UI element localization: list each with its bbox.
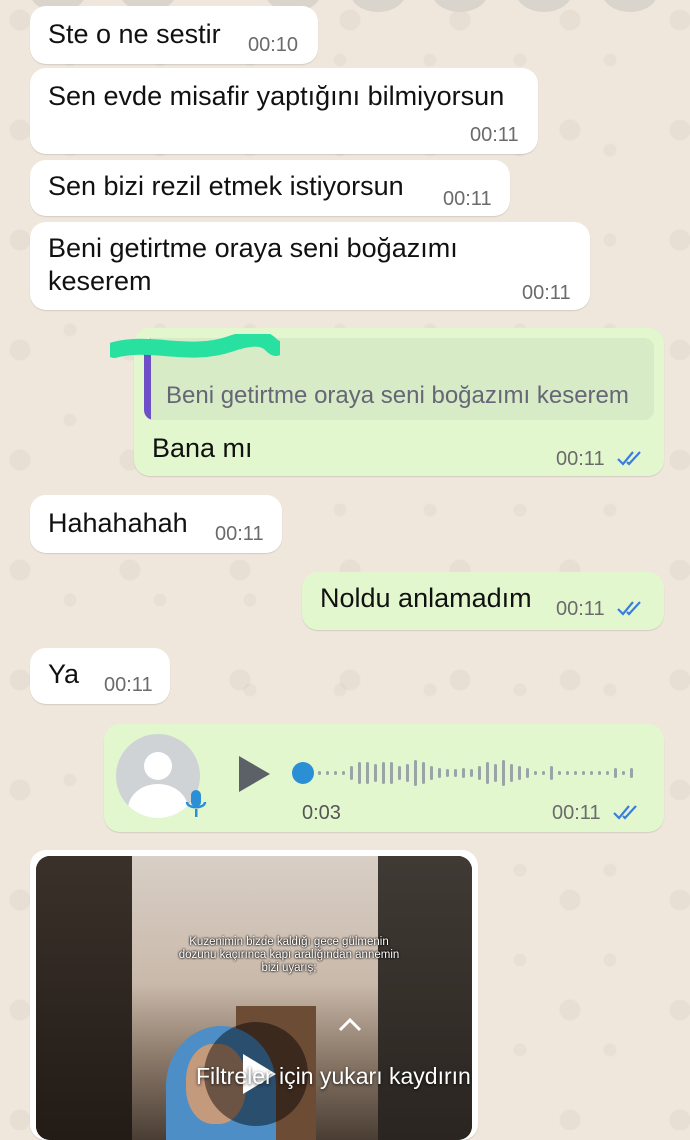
- waveform-bar: [558, 771, 561, 775]
- waveform-bar: [526, 768, 529, 778]
- waveform-bar: [382, 762, 385, 784]
- waveform-bar: [598, 771, 601, 775]
- message-text: Bana mı: [152, 433, 253, 463]
- message-time: 00:11: [443, 188, 492, 210]
- waveform-bar: [406, 764, 409, 782]
- video-caption: Kuzenimin bizde kaldığı gece gülmenin do…: [178, 936, 400, 974]
- waveform-bar: [494, 764, 497, 782]
- incoming-message[interactable]: Beni getirtme oraya seni boğazımı kesere…: [30, 222, 590, 310]
- incoming-message[interactable]: Sen evde misafir yaptığını bilmiyorsun 0…: [30, 68, 538, 154]
- video-thumbnail[interactable]: Kuzenimin bizde kaldığı gece gülmenin do…: [36, 856, 472, 1140]
- voice-waveform[interactable]: [318, 754, 638, 792]
- message-time: 00:11: [215, 523, 264, 545]
- message-text: Sen evde misafir yaptığını bilmiyorsun: [48, 81, 505, 111]
- message-time: 00:10: [248, 34, 299, 56]
- waveform-bar: [374, 764, 377, 782]
- waveform-bar: [342, 771, 345, 775]
- waveform-bar: [606, 771, 609, 775]
- waveform-bar: [542, 771, 545, 775]
- waveform-bar: [398, 766, 401, 780]
- chevron-up-icon[interactable]: [336, 1016, 364, 1034]
- waveform-bar: [630, 768, 633, 778]
- quoted-text: Beni getirtme oraya seni boğazımı kesere…: [166, 382, 629, 409]
- waveform-bar: [318, 771, 321, 775]
- waveform-bar: [358, 762, 361, 784]
- message-text: Hahahahah: [48, 508, 188, 538]
- outgoing-message[interactable]: Noldu anlamadım 00:11: [302, 572, 664, 630]
- waveform-bar: [470, 769, 473, 777]
- message-time: 00:11: [556, 598, 605, 620]
- waveform-bar: [422, 762, 425, 784]
- waveform-bar: [366, 762, 369, 784]
- double-check-icon: [617, 601, 641, 616]
- waveform-bar: [534, 771, 537, 775]
- incoming-message[interactable]: Sen bizi rezil etmek istiyorsun 00:11: [30, 160, 510, 216]
- filters-hint: Filtreler için yukarı kaydırın: [196, 1063, 471, 1089]
- waveform-bar: [414, 760, 417, 786]
- message-time: 00:11: [522, 282, 571, 304]
- waveform-bar: [590, 771, 593, 775]
- voice-note-message[interactable]: 0:03 00:11: [104, 724, 664, 832]
- waveform-bar: [478, 766, 481, 780]
- message-text-line1: Beni getirtme oraya seni boğazımı: [48, 233, 458, 263]
- message-time: 00:11: [470, 124, 519, 146]
- message-text-line2: keserem: [48, 266, 152, 296]
- waveform-bar: [326, 771, 329, 775]
- double-check-icon: [613, 805, 637, 820]
- message-time: 00:11: [556, 448, 605, 470]
- microphone-icon: [185, 790, 207, 817]
- waveform-bar: [462, 768, 465, 778]
- video-message[interactable]: Kuzenimin bizde kaldığı gece gülmenin do…: [30, 850, 478, 1140]
- waveform-bar: [390, 762, 393, 784]
- waveform-bar: [510, 764, 513, 782]
- waveform-bar: [614, 768, 617, 778]
- waveform-bar: [550, 766, 553, 780]
- waveform-bar: [446, 769, 449, 777]
- waveform-bar: [622, 771, 625, 775]
- message-text: Sen bizi rezil etmek istiyorsun: [48, 171, 404, 201]
- message-text: Noldu anlamadım: [320, 583, 532, 613]
- waveform-bar: [502, 760, 505, 786]
- incoming-message[interactable]: Ste o ne sestir 00:10: [30, 6, 318, 64]
- waveform-bar: [566, 771, 569, 775]
- waveform-bar: [334, 771, 337, 775]
- voice-duration: 0:03: [302, 802, 341, 824]
- waveform-bar: [454, 769, 457, 777]
- redaction-scribble: [110, 334, 280, 358]
- waveform-bar: [430, 766, 433, 780]
- message-time: 00:11: [104, 674, 153, 696]
- waveform-bar: [582, 771, 585, 775]
- message-text: Ya: [48, 659, 80, 689]
- playback-handle[interactable]: [292, 762, 314, 784]
- message-time: 00:11: [552, 802, 601, 824]
- message-text: Ste o ne sestir: [48, 19, 221, 49]
- waveform-bar: [438, 768, 441, 778]
- waveform-bar: [486, 762, 489, 784]
- play-icon[interactable]: [236, 754, 272, 794]
- incoming-message[interactable]: Ya 00:11: [30, 648, 170, 704]
- double-check-icon: [617, 451, 641, 466]
- waveform-bar: [518, 766, 521, 780]
- waveform-bar: [574, 771, 577, 775]
- incoming-message[interactable]: Hahahahah 00:11: [30, 495, 282, 553]
- waveform-bar: [350, 766, 353, 780]
